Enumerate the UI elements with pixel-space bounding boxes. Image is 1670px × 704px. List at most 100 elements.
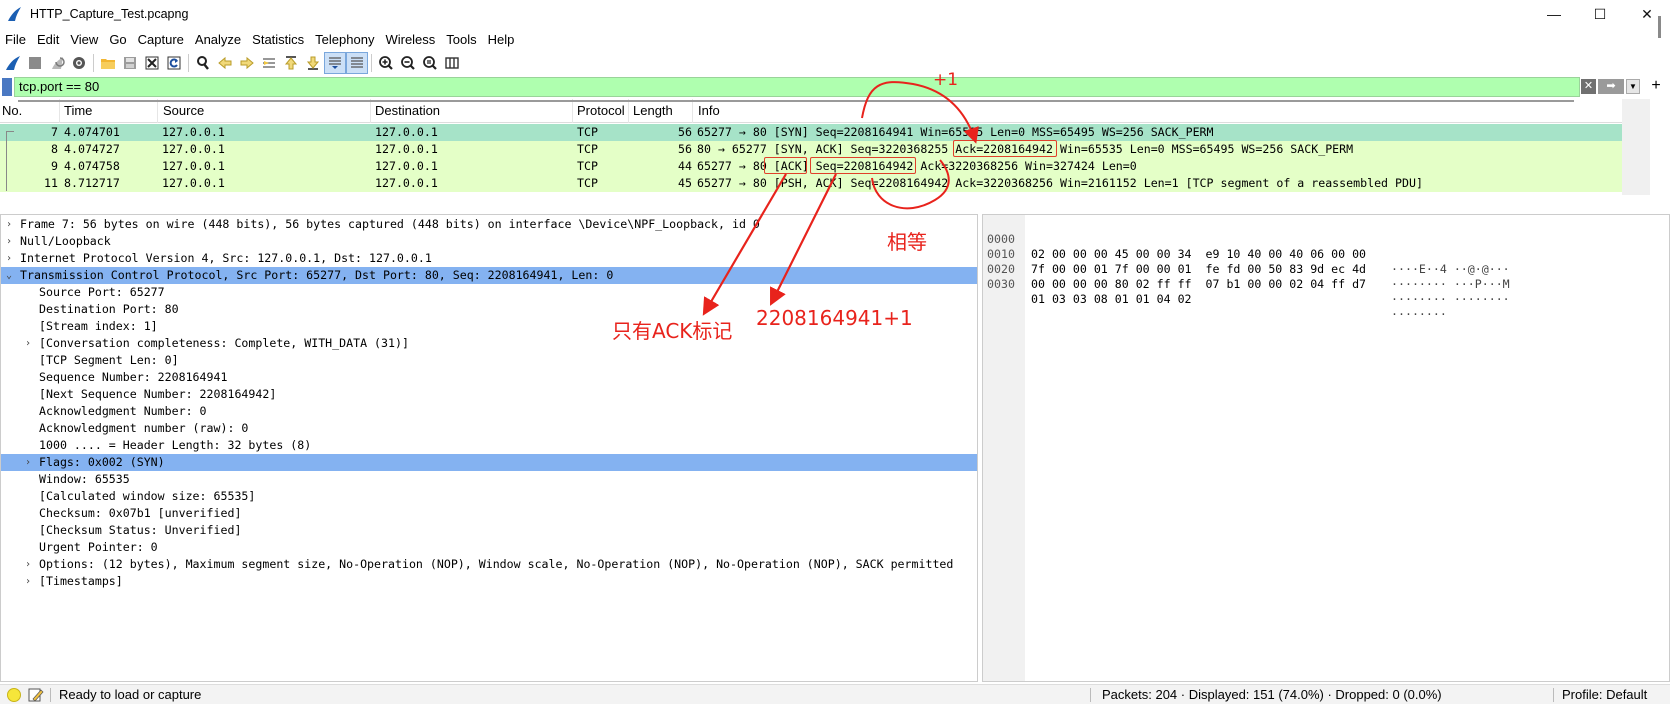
detail-tree-item[interactable]: › Internet Protocol Version 4, Src: 127.0…	[1, 250, 977, 267]
collapsed-chevron-icon[interactable]: ›	[22, 454, 34, 471]
forward-icon[interactable]	[236, 52, 258, 74]
minimize-button[interactable]: —	[1531, 0, 1577, 28]
clear-filter-icon[interactable]: ✕	[1581, 79, 1596, 94]
find-icon[interactable]	[192, 52, 214, 74]
close-file-icon[interactable]	[141, 52, 163, 74]
annotation-plus-one: +1	[933, 70, 959, 90]
detail-tree-item[interactable]: › Frame 7: 56 bytes on wire (448 bits), 5…	[1, 216, 977, 233]
zoom-in-icon[interactable]	[375, 52, 397, 74]
options-gear-icon[interactable]	[68, 52, 90, 74]
packet-row[interactable]: 11 8.712717 127.0.0.1 127.0.0.1 TCP 45 6…	[0, 175, 1622, 192]
menu-help[interactable]: Help	[483, 32, 521, 47]
packet-time: 4.074701	[64, 125, 120, 139]
packet-time: 8.712717	[64, 176, 120, 190]
packet-info: 65277 → 80 [PSH, ACK] Seq=2208164942 Ack…	[697, 176, 1423, 190]
detail-tree-item[interactable]: › [Timestamps]	[1, 573, 977, 590]
packet-row[interactable]: 7 4.074701 127.0.0.1 127.0.0.1 TCP 56 65…	[0, 124, 1622, 141]
detail-tree-item[interactable]: Source Port: 65277	[1, 284, 977, 301]
collapsed-chevron-icon[interactable]: ›	[3, 216, 15, 233]
detail-tree-item[interactable]: › [Conversation completeness: Complete, W…	[1, 335, 977, 352]
detail-tree-item[interactable]: Checksum: 0x07b1 [unverified]	[1, 505, 977, 522]
collapsed-chevron-icon[interactable]: ›	[22, 335, 34, 352]
packet-list-header: No. Time Source Destination Protocol Len…	[0, 99, 1650, 123]
detail-tree-item[interactable]: Sequence Number: 2208164941	[1, 369, 977, 386]
filter-bookmark-icon[interactable]	[2, 78, 12, 96]
collapsed-chevron-icon[interactable]: ›	[3, 233, 15, 250]
close-window-button[interactable]: ✕	[1624, 0, 1670, 28]
menu-wireless[interactable]: Wireless	[380, 32, 441, 47]
column-header-info[interactable]: Info	[693, 99, 1622, 123]
add-filter-button-icon[interactable]: +	[1648, 77, 1664, 97]
packet-destination: 127.0.0.1	[375, 142, 438, 156]
packet-protocol: TCP	[577, 176, 598, 190]
column-header-protocol[interactable]: Protocol	[573, 99, 629, 123]
bytes-row[interactable]: 0030 01 03 03 08 01 01 04 02 ········	[983, 262, 1447, 321]
menu-telephony[interactable]: Telephony	[310, 32, 380, 47]
shark-fin-start-icon[interactable]	[2, 52, 24, 74]
zoom-normal-icon[interactable]	[419, 52, 441, 74]
bytes-row[interactable]: 0010 7f 00 00 01 7f 00 00 01 fe fd 00 50…	[983, 232, 1510, 291]
column-header-no[interactable]: No.	[0, 99, 60, 123]
menu-tools[interactable]: Tools	[441, 32, 482, 47]
maximize-button[interactable]: ☐	[1577, 0, 1623, 28]
resize-columns-icon[interactable]	[441, 52, 463, 74]
detail-tree-item[interactable]: Urgent Pointer: 0	[1, 539, 977, 556]
menu-analyze[interactable]: Analyze	[190, 32, 247, 47]
autoscroll-icon[interactable]	[324, 52, 346, 74]
first-packet-icon[interactable]	[280, 52, 302, 74]
detail-tree-item[interactable]: › Options: (12 bytes), Maximum segment si…	[1, 556, 977, 573]
colorize-icon[interactable]	[346, 52, 368, 74]
go-to-icon[interactable]	[258, 52, 280, 74]
detail-tree-item[interactable]: ⌄ Transmission Control Protocol, Src Port…	[1, 267, 977, 284]
detail-tree-item[interactable]: Window: 65535	[1, 471, 977, 488]
bytes-row[interactable]: 0020 00 00 00 00 80 02 ff ff 07 b1 00 00…	[983, 247, 1510, 306]
packet-length: 45	[678, 176, 692, 190]
close-icon: ✕	[1641, 5, 1653, 22]
detail-tree-item[interactable]: [Checksum Status: Unverified]	[1, 522, 977, 539]
column-header-time[interactable]: Time	[60, 99, 158, 123]
back-icon[interactable]	[214, 52, 236, 74]
bytes-row[interactable]: 0000 02 00 00 00 45 00 00 34 e9 10 40 00…	[983, 217, 1510, 276]
bytes-hex: 7f 00 00 01 7f 00 00 01 fe fd 00 50 83 9…	[1031, 262, 1367, 276]
restart-icon[interactable]	[46, 52, 68, 74]
detail-tree-item[interactable]: [TCP Segment Len: 0]	[1, 352, 977, 369]
column-header-destination[interactable]: Destination	[371, 99, 573, 123]
expanded-chevron-icon[interactable]: ⌄	[3, 267, 15, 284]
reload-icon[interactable]	[163, 52, 185, 74]
detail-tree-item[interactable]: › Flags: 0x002 (SYN)	[1, 454, 977, 471]
display-filter-input[interactable]: tcp.port == 80	[14, 77, 1580, 97]
stop-icon[interactable]	[24, 52, 46, 74]
apply-filter-icon[interactable]: ➡	[1598, 79, 1624, 94]
collapsed-chevron-icon[interactable]: ›	[22, 556, 34, 573]
detail-tree-item[interactable]: Acknowledgment number (raw): 0	[1, 420, 977, 437]
detail-tree-item[interactable]: [Next Sequence Number: 2208164942]	[1, 386, 977, 403]
packet-list-horizontal-scrollbar[interactable]	[18, 100, 1574, 102]
packet-list-scrollbar-track[interactable]	[1622, 99, 1650, 195]
menu-view[interactable]: View	[65, 32, 104, 47]
packet-row[interactable]: 8 4.074727 127.0.0.1 127.0.0.1 TCP 56 80…	[0, 141, 1622, 158]
detail-tree-item[interactable]: [Calculated window size: 65535]	[1, 488, 977, 505]
collapsed-chevron-icon[interactable]: ›	[3, 250, 15, 267]
packet-list-scroll-thumb[interactable]	[1658, 16, 1661, 38]
menu-file[interactable]: File	[0, 32, 32, 47]
menu-capture[interactable]: Capture	[133, 32, 190, 47]
menu-edit[interactable]: Edit	[32, 32, 65, 47]
detail-tree-label: [Timestamps]	[39, 574, 123, 588]
open-folder-icon[interactable]	[97, 52, 119, 74]
column-header-length[interactable]: Length	[629, 99, 693, 123]
filter-history-dropdown-icon[interactable]: ▼	[1626, 79, 1640, 94]
expert-info-led-icon[interactable]	[7, 688, 21, 702]
menu-go[interactable]: Go	[104, 32, 132, 47]
column-header-source[interactable]: Source	[158, 99, 371, 123]
detail-tree-item[interactable]: › Null/Loopback	[1, 233, 977, 250]
packet-source: 127.0.0.1	[162, 159, 225, 173]
save-icon[interactable]	[119, 52, 141, 74]
capture-comment-edit-icon[interactable]	[28, 687, 44, 703]
menu-statistics[interactable]: Statistics	[247, 32, 310, 47]
collapsed-chevron-icon[interactable]: ›	[22, 573, 34, 590]
detail-tree-item[interactable]: 1000 .... = Header Length: 32 bytes (8)	[1, 437, 977, 454]
zoom-out-icon[interactable]	[397, 52, 419, 74]
detail-tree-item[interactable]: Acknowledgment Number: 0	[1, 403, 977, 420]
profile-selector[interactable]: Profile: Default	[1562, 685, 1647, 704]
last-packet-icon[interactable]	[302, 52, 324, 74]
